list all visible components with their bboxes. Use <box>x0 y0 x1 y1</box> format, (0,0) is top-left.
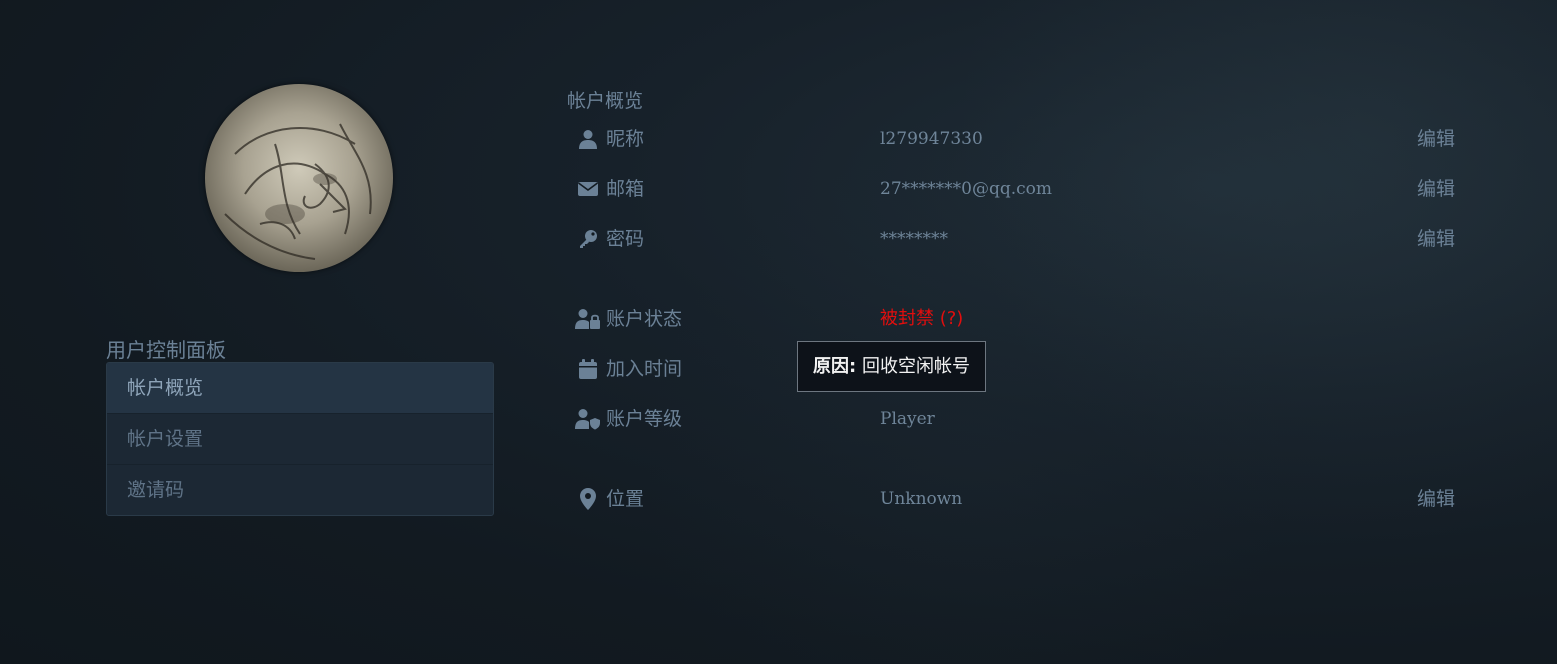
user-lock-icon <box>575 307 601 331</box>
join-time-label: 加入时间 <box>606 358 683 380</box>
tooltip-label: 原因: <box>813 356 857 377</box>
section-title: 帐户概览 <box>567 90 644 112</box>
sidebar-menu: 帐户概览 帐户设置 邀请码 <box>106 362 494 516</box>
calendar-icon <box>575 357 601 381</box>
location-value: Unknown <box>880 489 963 509</box>
sidebar-item-invite-code[interactable]: 邀请码 <box>107 464 493 515</box>
avatar-illustration <box>224 123 372 260</box>
account-level-label: 账户等级 <box>606 408 683 430</box>
user-icon <box>575 127 601 151</box>
control-panel-title: 用户控制面板 <box>106 338 226 362</box>
password-row: 密码 ******** 编辑 <box>575 225 1455 255</box>
sidebar-item-account-overview[interactable]: 帐户概览 <box>107 363 493 413</box>
ban-reason-tooltip: 原因: 回收空闲帐号 <box>797 341 986 392</box>
edit-nickname-button[interactable]: 编辑 <box>1417 125 1455 153</box>
password-value: ******** <box>880 229 948 249</box>
key-icon <box>575 227 601 251</box>
join-time-row: 加入时间 <box>575 355 1455 385</box>
account-level-row: 账户等级 Player <box>575 405 1455 435</box>
nickname-label: 昵称 <box>606 128 645 150</box>
edit-password-button[interactable]: 编辑 <box>1417 225 1455 253</box>
nickname-value: l279947330 <box>880 129 983 149</box>
account-status-row: 账户状态 被封禁 (?) <box>575 305 1455 335</box>
account-level-value: Player <box>880 409 935 429</box>
email-value: 27*******0@qq.com <box>880 179 1052 199</box>
envelope-icon <box>575 177 601 201</box>
user-shield-icon <box>575 407 601 431</box>
account-status-label: 账户状态 <box>606 308 683 330</box>
email-row: 邮箱 27*******0@qq.com 编辑 <box>575 175 1455 205</box>
email-label: 邮箱 <box>606 178 645 200</box>
sidebar-item-account-settings[interactable]: 帐户设置 <box>107 413 493 464</box>
edit-location-button[interactable]: 编辑 <box>1417 485 1455 513</box>
account-status-value[interactable]: 被封禁 (?) <box>880 305 963 333</box>
avatar <box>205 84 393 272</box>
location-row: 位置 Unknown 编辑 <box>575 485 1455 515</box>
tooltip-text: 回收空闲帐号 <box>861 356 970 377</box>
password-label: 密码 <box>606 228 645 250</box>
edit-email-button[interactable]: 编辑 <box>1417 175 1455 203</box>
nickname-row: 昵称 l279947330 编辑 <box>575 125 1455 155</box>
map-marker-icon <box>575 487 601 511</box>
location-label: 位置 <box>606 488 645 510</box>
